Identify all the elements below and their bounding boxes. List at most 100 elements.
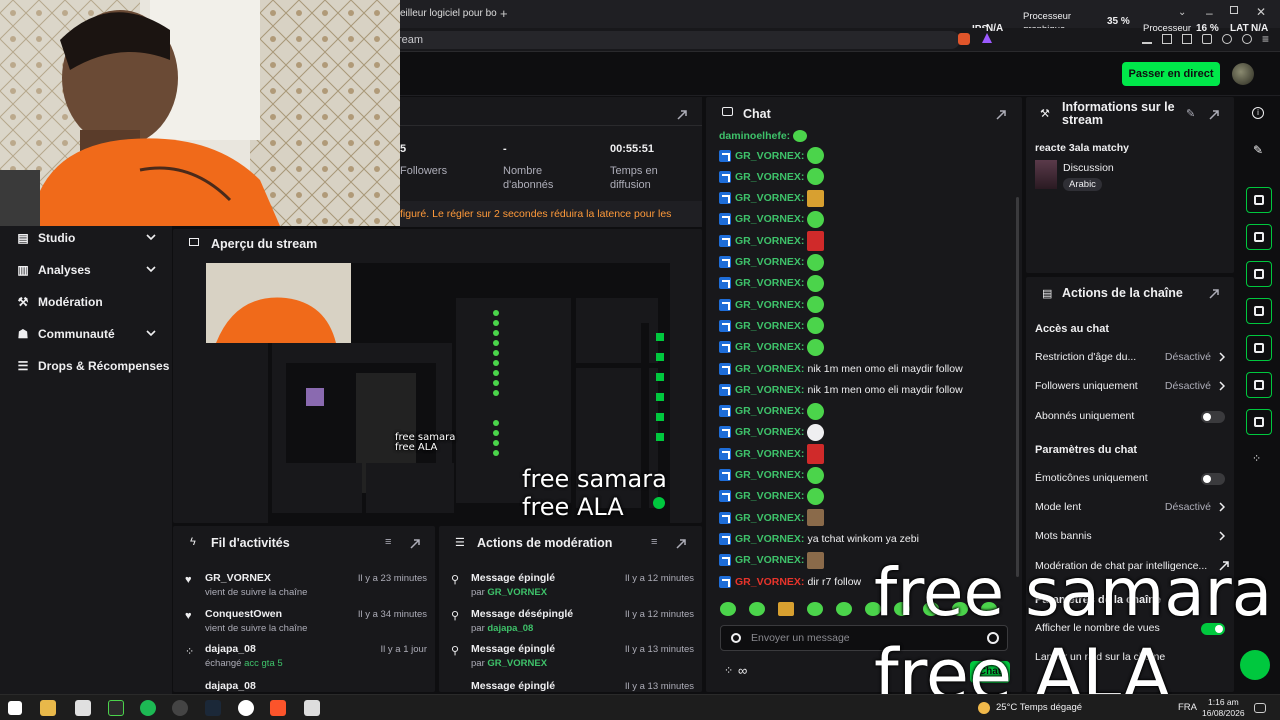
chat-message[interactable]: GR_VORNEX: nik 1m men omo eli maydir foll…: [719, 358, 1009, 379]
browser-tab-title[interactable]: eilleur logiciel pour bo: [400, 8, 497, 19]
chat-username[interactable]: GR_VORNEX:: [735, 341, 804, 353]
pencil-icon[interactable]: ✎: [1253, 143, 1263, 157]
notification-icon[interactable]: [1254, 703, 1266, 713]
sidebar-item-studio[interactable]: ▤ Studio: [0, 222, 172, 254]
chat-message[interactable]: GR_VORNEX:: [719, 337, 1009, 358]
emote-icon[interactable]: [807, 602, 823, 616]
chat-message[interactable]: GR_VORNEX:: [719, 507, 1009, 528]
rail-button-tools[interactable]: [1246, 409, 1272, 435]
rail-button-activity[interactable]: [1246, 224, 1272, 250]
document-icon[interactable]: [75, 700, 91, 716]
chat-message[interactable]: GR_VORNEX:: [719, 315, 1009, 336]
chat-message[interactable]: GR_VORNEX:: [719, 443, 1009, 464]
chat-message[interactable]: GR_VORNEX: nik 1m men omo eli maydir foll…: [719, 379, 1009, 400]
chat-username[interactable]: GR_VORNEX:: [735, 384, 804, 396]
chat-message[interactable]: GR_VORNEX:: [719, 230, 1009, 251]
shield-icon[interactable]: [1242, 34, 1252, 44]
download-icon[interactable]: [1142, 34, 1152, 44]
emote-icon[interactable]: [720, 602, 736, 616]
chat-username[interactable]: daminoelhefe:: [719, 130, 790, 142]
spotify-icon[interactable]: [140, 700, 156, 716]
brave-icon[interactable]: [270, 700, 286, 716]
mod-action-item[interactable]: ⚲ Message épinglé par GR_VORNEX Il y a 1…: [439, 570, 702, 605]
chat-message[interactable]: GR_VORNEX:: [719, 486, 1009, 507]
tag-badge[interactable]: Arabic: [1063, 178, 1102, 191]
slow-mode-row[interactable]: Mode lent Désactivé: [1035, 501, 1225, 513]
app-icon[interactable]: [238, 700, 254, 716]
emotes-only-toggle[interactable]: [1201, 473, 1225, 485]
activity-item[interactable]: ♥ ConquestOwen vient de suivre la chaîne…: [173, 606, 435, 641]
infinity-icon[interactable]: ∞: [738, 663, 747, 678]
chat-message[interactable]: GR_VORNEX:: [719, 252, 1009, 273]
chat-username[interactable]: GR_VORNEX:: [735, 150, 804, 162]
sidebar-toggle-icon[interactable]: [1182, 34, 1192, 44]
popout-icon[interactable]: [409, 538, 421, 550]
activity-item[interactable]: ♥ GR_VORNEX vient de suivre la chaîne Il…: [173, 570, 435, 605]
chevron-down-icon[interactable]: ⌄: [1178, 7, 1186, 18]
chat-username[interactable]: GR_VORNEX:: [735, 171, 804, 183]
windows-start-icon[interactable]: [8, 701, 22, 715]
mod-action-item[interactable]: ⚲ Message désépinglé par dajapa_08 Il y …: [439, 606, 702, 641]
filter-icon[interactable]: ≡: [651, 536, 657, 548]
chat-message[interactable]: GR_VORNEX: ya tchat winkom ya zebi: [719, 528, 1009, 549]
popout-icon[interactable]: [1208, 288, 1220, 300]
new-tab-button[interactable]: +: [500, 6, 508, 21]
sidebar-item-drops[interactable]: ☰ Drops & Récompenses: [0, 350, 172, 382]
go-live-button[interactable]: Passer en direct: [1122, 62, 1220, 86]
chat-username[interactable]: GR_VORNEX:: [735, 448, 804, 460]
chat-message[interactable]: GR_VORNEX:: [719, 209, 1009, 230]
chat-scrollbar[interactable]: [1016, 197, 1019, 577]
banned-words-row[interactable]: Mots bannis: [1035, 530, 1225, 542]
wallet-icon[interactable]: [1202, 34, 1212, 44]
chat-username[interactable]: GR_VORNEX:: [735, 235, 804, 247]
vpn-icon[interactable]: [1222, 34, 1232, 44]
rail-button-video[interactable]: [1246, 187, 1272, 213]
clock-date[interactable]: 16/08/2026: [1202, 708, 1245, 718]
emote-icon[interactable]: [778, 602, 794, 616]
help-chat-button[interactable]: [1240, 650, 1270, 680]
rail-button-panel[interactable]: [1246, 372, 1272, 398]
bookmark-icon[interactable]: [1162, 34, 1172, 44]
edit-icon[interactable]: ✎: [1186, 107, 1195, 120]
chat-username[interactable]: GR_VORNEX:: [735, 426, 804, 438]
chat-username[interactable]: GR_VORNEX:: [735, 469, 804, 481]
file-explorer-icon[interactable]: [40, 700, 56, 716]
chat-message[interactable]: GR_VORNEX:: [719, 273, 1009, 294]
followers-only-row[interactable]: Followers uniquement Désactivé: [1035, 380, 1225, 392]
popout-icon[interactable]: [676, 109, 688, 121]
avatar[interactable]: [1232, 63, 1254, 85]
chat-message[interactable]: GR_VORNEX:: [719, 145, 1009, 166]
popout-icon[interactable]: [995, 109, 1007, 121]
chat-username[interactable]: GR_VORNEX:: [735, 512, 804, 524]
weather-text[interactable]: 25°C Temps dégagé: [996, 702, 1082, 713]
url-field[interactable]: ream: [380, 31, 960, 49]
mod-action-item[interactable]: Message épinglé Il y a 13 minutes: [439, 678, 702, 692]
chat-username[interactable]: GR_VORNEX:: [735, 299, 804, 311]
chat-username[interactable]: GR_VORNEX:: [735, 277, 804, 289]
language-indicator[interactable]: FRA: [1178, 702, 1197, 713]
mod-action-item[interactable]: ⚲ Message épinglé par GR_VORNEX Il y a 1…: [439, 641, 702, 676]
chat-message[interactable]: GR_VORNEX:: [719, 401, 1009, 422]
chat-message[interactable]: GR_VORNEX:: [719, 166, 1009, 187]
chat-message[interactable]: GR_VORNEX:: [719, 188, 1009, 209]
info-icon[interactable]: i: [1252, 107, 1264, 119]
chat-username[interactable]: GR_VORNEX:: [735, 490, 804, 502]
activity-item[interactable]: dajapa_08: [173, 678, 435, 692]
chat-username[interactable]: GR_VORNEX:: [735, 256, 804, 268]
chat-message[interactable]: GR_VORNEX:: [719, 294, 1009, 315]
chat-message[interactable]: GR_VORNEX:: [719, 422, 1009, 443]
filter-icon[interactable]: ≡: [385, 536, 391, 548]
chat-username[interactable]: GR_VORNEX:: [735, 405, 804, 417]
menu-icon[interactable]: ≡: [1262, 32, 1269, 46]
rewards-icon[interactable]: [982, 33, 992, 43]
popout-icon[interactable]: [675, 538, 687, 550]
steam-icon[interactable]: [205, 700, 221, 716]
close-icon[interactable]: ✕: [1256, 5, 1266, 19]
clock-time[interactable]: 1:16 am: [1208, 697, 1239, 707]
chat-username[interactable]: GR_VORNEX:: [735, 554, 804, 566]
sidebar-item-analytics[interactable]: ▥ Analyses: [0, 254, 172, 286]
brave-shield-icon[interactable]: [958, 33, 970, 45]
chat-username[interactable]: GR_VORNEX:: [735, 192, 804, 204]
rail-button-code[interactable]: [1246, 335, 1272, 361]
rail-button-chat[interactable]: [1246, 298, 1272, 324]
